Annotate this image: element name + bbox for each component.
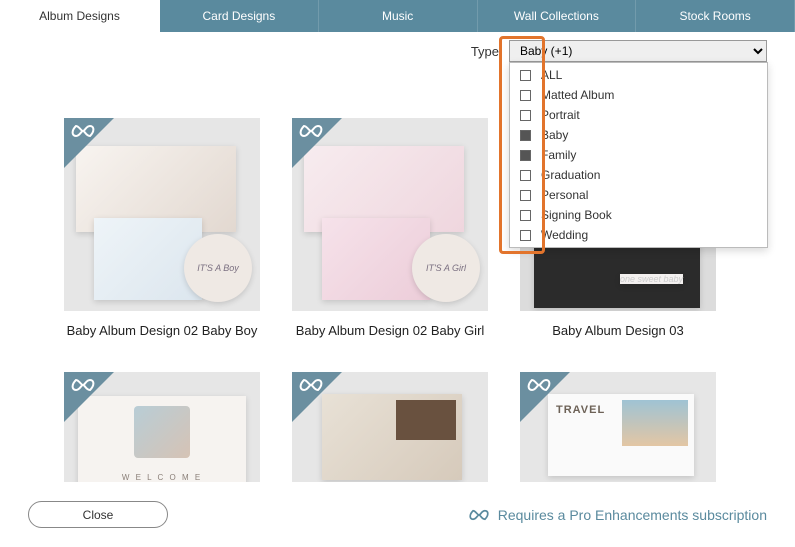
- checkbox-icon: [520, 230, 531, 241]
- album-card[interactable]: [292, 372, 488, 482]
- dd-label: Baby: [541, 128, 568, 142]
- badge-text: IT'S A Girl: [412, 234, 480, 302]
- checkbox-icon: [520, 110, 531, 121]
- dd-label: Graduation: [541, 168, 600, 182]
- album-title: Baby Album Design 02 Baby Girl: [292, 323, 488, 338]
- pro-subscription-note: Requires a Pro Enhancements subscription: [468, 507, 767, 523]
- infinity-icon: [298, 124, 324, 138]
- tab-card-designs[interactable]: Card Designs: [160, 0, 319, 32]
- album-title: Baby Album Design 03: [520, 323, 716, 338]
- infinity-icon: [298, 378, 324, 392]
- dd-label: ALL: [541, 68, 562, 82]
- dd-label: Family: [541, 148, 576, 162]
- album-card[interactable]: [64, 372, 260, 482]
- infinity-icon: [526, 378, 552, 392]
- dd-item-matted-album[interactable]: Matted Album: [510, 85, 767, 105]
- badge-text: one sweet baby: [620, 274, 683, 284]
- checkbox-icon: [520, 70, 531, 81]
- badge-text: IT'S A Boy: [184, 234, 252, 302]
- checkbox-icon: [520, 210, 531, 221]
- close-button[interactable]: Close: [28, 501, 168, 528]
- dd-item-portrait[interactable]: Portrait: [510, 105, 767, 125]
- dd-label: Personal: [541, 188, 588, 202]
- checkbox-icon: [520, 190, 531, 201]
- checkbox-icon: [520, 170, 531, 181]
- infinity-icon: [70, 124, 96, 138]
- album-thumbnail: IT'S A Boy: [64, 118, 260, 311]
- dd-label: Matted Album: [541, 88, 614, 102]
- footer: Close Requires a Pro Enhancements subscr…: [0, 482, 795, 547]
- pro-note-text: Requires a Pro Enhancements subscription: [498, 507, 767, 523]
- checkbox-icon: [520, 150, 531, 161]
- dd-label: Signing Book: [541, 208, 612, 222]
- dd-item-baby[interactable]: Baby: [510, 125, 767, 145]
- dd-item-personal[interactable]: Personal: [510, 185, 767, 205]
- album-card[interactable]: IT'S A Girl Baby Album Design 02 Baby Gi…: [292, 118, 488, 338]
- dd-item-all[interactable]: ALL: [510, 65, 767, 85]
- checkbox-icon: [520, 90, 531, 101]
- type-select[interactable]: Baby (+1): [509, 40, 767, 62]
- tab-album-designs[interactable]: Album Designs: [0, 0, 160, 32]
- infinity-icon: [70, 378, 96, 392]
- dd-item-family[interactable]: Family: [510, 145, 767, 165]
- dd-label: Wedding: [541, 228, 588, 242]
- album-thumbnail: [64, 372, 260, 482]
- infinity-icon: [468, 509, 490, 521]
- album-thumbnail: [520, 372, 716, 482]
- dd-item-wedding[interactable]: Wedding: [510, 225, 767, 245]
- album-thumbnail: [292, 372, 488, 482]
- dd-item-graduation[interactable]: Graduation: [510, 165, 767, 185]
- tab-stock-rooms[interactable]: Stock Rooms: [636, 0, 795, 32]
- dd-item-signing-book[interactable]: Signing Book: [510, 205, 767, 225]
- checkbox-icon: [520, 130, 531, 141]
- album-title: Baby Album Design 02 Baby Boy: [64, 323, 260, 338]
- tab-music[interactable]: Music: [319, 0, 478, 32]
- album-card[interactable]: IT'S A Boy Baby Album Design 02 Baby Boy: [64, 118, 260, 338]
- album-card[interactable]: [520, 372, 716, 482]
- tabs-bar: Album Designs Card Designs Music Wall Co…: [0, 0, 795, 32]
- filter-label: Type: [471, 44, 499, 59]
- album-thumbnail: IT'S A Girl: [292, 118, 488, 311]
- dd-label: Portrait: [541, 108, 580, 122]
- type-dropdown: ALL Matted Album Portrait Baby Family Gr…: [509, 62, 768, 248]
- tab-wall-collections[interactable]: Wall Collections: [478, 0, 637, 32]
